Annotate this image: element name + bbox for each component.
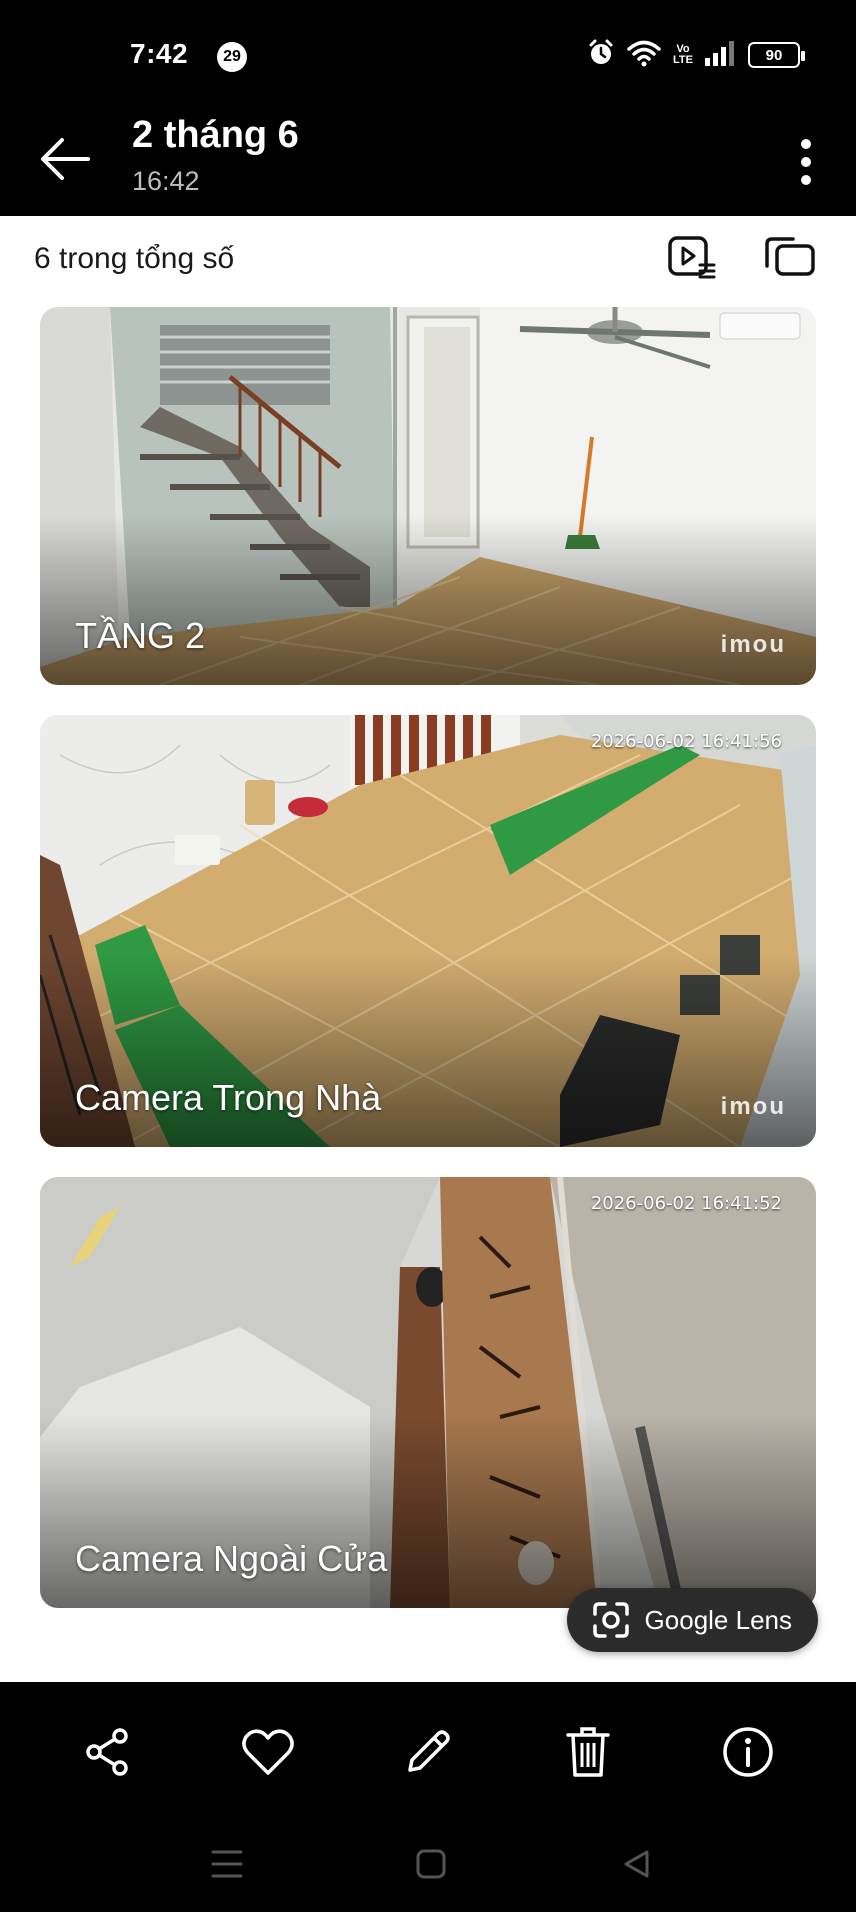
camera-timestamp: 2026-06-02 16:41:56	[590, 731, 782, 752]
home-icon	[416, 1849, 446, 1879]
cast-button[interactable]	[760, 230, 820, 286]
wifi-icon	[626, 38, 662, 73]
camera-title: TẦNG 2	[75, 615, 206, 656]
content-panel: 6 trong tổng số TẦNG 2 imou 2026-06-02 1…	[0, 216, 856, 1682]
info-button[interactable]	[718, 1722, 778, 1782]
back-button[interactable]	[36, 130, 94, 188]
volte-badge: Vo LTE	[673, 43, 693, 66]
camera-card[interactable]: TẦNG 2 imou	[40, 307, 816, 685]
cast-icon	[765, 237, 815, 276]
recents-icon	[211, 1850, 243, 1878]
item-count: 6 trong tổng số	[34, 242, 235, 275]
edit-icon	[408, 1730, 450, 1772]
trash-icon	[566, 1727, 610, 1777]
heart-icon	[242, 1729, 294, 1775]
recents-button[interactable]	[202, 1842, 252, 1886]
google-lens-icon	[592, 1602, 629, 1638]
alarm-icon	[586, 38, 616, 73]
home-button[interactable]	[406, 1842, 456, 1886]
camera-timestamp: 2026-06-02 16:41:52	[590, 1193, 782, 1214]
status-icons: Vo LTE 90	[586, 38, 805, 73]
system-nav-bar	[0, 1822, 856, 1912]
share-button[interactable]	[78, 1722, 138, 1782]
back-icon	[624, 1850, 649, 1878]
status-time: 7:42	[130, 38, 189, 69]
google-lens-button[interactable]: Google Lens	[566, 1588, 818, 1652]
delete-button[interactable]	[558, 1722, 618, 1782]
back-nav-button[interactable]	[612, 1842, 662, 1886]
edit-button[interactable]	[398, 1722, 458, 1782]
imou-watermark: imou	[720, 1093, 786, 1120]
favorite-button[interactable]	[238, 1722, 298, 1782]
action-bar	[0, 1682, 856, 1822]
app-header: 2 tháng 6 16:42	[0, 110, 856, 216]
page-subtitle: 16:42	[132, 166, 200, 196]
more-vert-icon	[801, 139, 811, 185]
camera-card[interactable]: 2026-06-02 16:41:52 Camera Ngoài Cửa	[40, 1177, 816, 1608]
camera-title: Camera Ngoài Cửa	[75, 1538, 388, 1579]
slideshow-icon	[668, 236, 716, 279]
status-bar: 7:42 29 Vo LTE 90	[0, 0, 856, 110]
info-icon	[723, 1727, 773, 1777]
signal-icon	[704, 40, 738, 71]
arrow-left-icon	[41, 138, 90, 180]
notification-badge: 29	[217, 42, 247, 72]
google-lens-label: Google Lens	[644, 1604, 792, 1635]
battery-indicator: 90	[748, 42, 805, 68]
camera-title: Camera Trong Nhà	[75, 1077, 382, 1118]
page-title: 2 tháng 6	[132, 114, 299, 156]
more-options-button[interactable]	[786, 130, 826, 194]
slideshow-button[interactable]	[662, 230, 722, 286]
imou-watermark: imou	[720, 631, 786, 658]
share-icon	[86, 1728, 128, 1776]
camera-card[interactable]: 2026-06-02 16:41:56 Camera Trong Nhà imo…	[40, 715, 816, 1147]
